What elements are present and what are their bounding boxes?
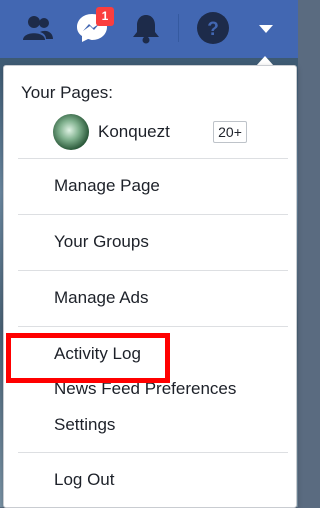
menu-divider	[18, 214, 288, 215]
menu-item-manage-page[interactable]: Manage Page	[54, 176, 160, 196]
page-item-konquezt[interactable]: Konquezt 20+	[4, 114, 296, 150]
toolbar-divider	[178, 14, 179, 42]
page-name: Konquezt	[98, 122, 170, 141]
page-avatar	[53, 114, 89, 150]
menu-item-log-out[interactable]: Log Out	[54, 470, 115, 490]
account-menu-icon[interactable]	[248, 10, 284, 46]
top-navigation-bar: 1 ?	[0, 0, 298, 58]
menu-item-your-groups[interactable]: Your Groups	[54, 232, 149, 252]
menu-item-manage-ads[interactable]: Manage Ads	[54, 288, 149, 308]
account-dropdown-menu: Your Pages: Konquezt 20+ Manage Page You…	[3, 65, 297, 508]
svg-text:?: ?	[207, 19, 219, 40]
settings-highlight-box	[6, 333, 170, 383]
friends-icon[interactable]	[19, 10, 55, 46]
help-icon[interactable]: ?	[195, 10, 231, 46]
notifications-icon[interactable]	[128, 10, 164, 46]
page-notification-count: 20+	[213, 121, 247, 143]
menu-divider	[18, 270, 288, 271]
menu-divider	[18, 452, 288, 453]
messenger-badge: 1	[96, 7, 114, 26]
menu-divider	[18, 326, 288, 327]
your-pages-label: Your Pages:	[21, 83, 113, 102]
menu-item-settings[interactable]: Settings	[54, 415, 115, 435]
menu-divider	[18, 158, 288, 159]
